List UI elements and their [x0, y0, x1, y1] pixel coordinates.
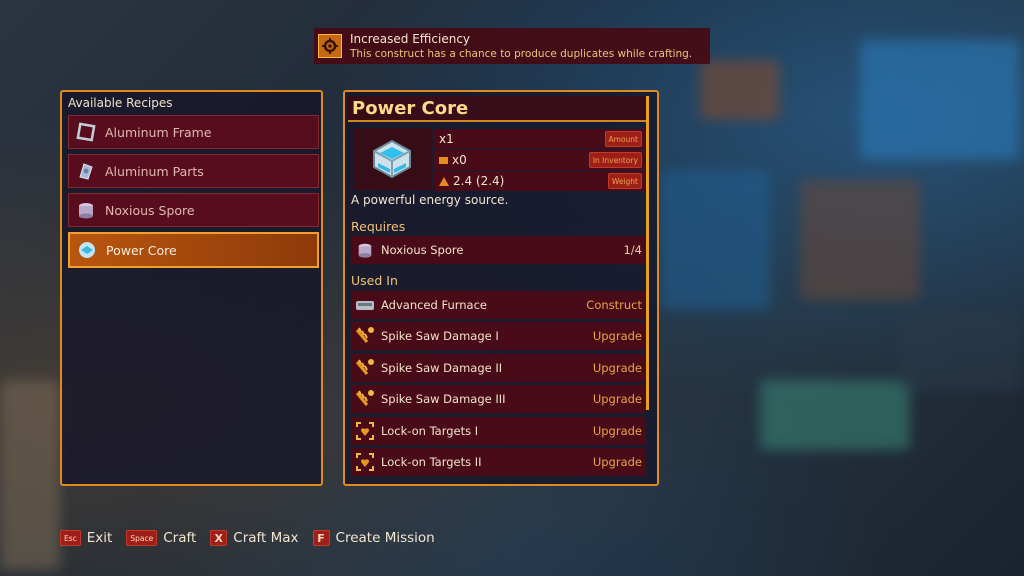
craft-max-hint[interactable]: X Craft Max [210, 530, 299, 546]
furnace-icon [355, 295, 375, 315]
stat-amount-value: x1 [439, 132, 454, 146]
used-in-type: Upgrade [592, 392, 642, 406]
recipe-label: Noxious Spore [105, 202, 195, 218]
stat-inventory-value: x0 [452, 153, 467, 167]
used-in-row[interactable]: Spike Saw Damage II Upgrade [351, 354, 646, 382]
used-in-name: Advanced Furnace [381, 298, 487, 312]
saw-upgrade-icon [355, 358, 375, 378]
recipe-label: Power Core [106, 242, 177, 258]
used-in-row[interactable]: Spike Saw Damage III Upgrade [351, 385, 646, 413]
used-in-row[interactable]: Lock-on Targets I Upgrade [351, 417, 646, 445]
space-key-icon: Space [126, 530, 158, 546]
recipe-aluminum-frame[interactable]: Aluminum Frame [68, 115, 319, 149]
create-mission-hint[interactable]: F Create Mission [312, 530, 435, 546]
craft-hint[interactable]: Space Craft [126, 530, 196, 546]
requirement-row[interactable]: Noxious Spore 1/4 [351, 236, 646, 264]
detail-title: Power Core [352, 98, 469, 119]
recipe-detail-panel: Power Core x1 Amount x0 In Inventory 2.4… [343, 90, 659, 486]
used-in-name: Spike Saw Damage I [381, 329, 499, 343]
used-in-heading: Used In [351, 273, 398, 288]
recipe-aluminum-parts[interactable]: Aluminum Parts [68, 154, 319, 188]
detail-scrollbar[interactable] [646, 96, 649, 410]
recipe-noxious-spore[interactable]: Noxious Spore [68, 193, 319, 227]
used-in-name: Lock-on Targets I [381, 424, 479, 438]
used-in-type: Upgrade [592, 329, 642, 343]
recipe-power-core[interactable]: Power Core [68, 232, 319, 268]
item-description: A powerful energy source. [351, 193, 509, 207]
create-mission-label: Create Mission [335, 530, 435, 546]
used-in-type: Upgrade [592, 424, 642, 438]
used-in-name: Spike Saw Damage II [381, 361, 503, 375]
used-in-type: Construct [586, 298, 642, 312]
saw-upgrade-icon [355, 389, 375, 409]
used-in-name: Spike Saw Damage III [381, 392, 506, 406]
requires-heading: Requires [351, 219, 406, 234]
used-in-row[interactable]: Advanced Furnace Construct [351, 291, 646, 319]
exit-hint[interactable]: Esc Exit [60, 530, 112, 546]
stat-inventory-key: In Inventory [588, 152, 642, 168]
target-upgrade-icon [355, 452, 375, 472]
power-core-icon [76, 239, 98, 261]
stat-weight-key: Weight [607, 173, 642, 189]
exit-label: Exit [86, 530, 113, 546]
used-in-row[interactable]: Spike Saw Damage I Upgrade [351, 322, 646, 350]
used-in-row[interactable]: Lock-on Targets II Upgrade [351, 448, 646, 476]
item-preview [353, 128, 431, 190]
stat-weight-value: 2.4 (2.4) [453, 174, 505, 188]
f-key-icon: F [312, 530, 330, 546]
used-in-name: Lock-on Targets II [381, 455, 482, 469]
key-hints-bar: Esc Exit Space Craft X Craft Max F Creat… [60, 530, 449, 546]
recipe-label: Aluminum Parts [105, 163, 204, 179]
tooltip-title: Increased Efficiency [350, 31, 471, 46]
requirement-name: Noxious Spore [381, 243, 464, 257]
esc-key-icon: Esc [60, 530, 81, 546]
parts-icon [75, 160, 97, 182]
recipe-label: Aluminum Frame [105, 124, 212, 140]
requirement-count: 1/4 [623, 243, 642, 257]
inventory-icon [439, 156, 448, 164]
x-key-icon: X [210, 530, 228, 546]
spore-icon [75, 199, 97, 221]
recipes-panel-title: Available Recipes [68, 96, 173, 110]
stat-inventory: x0 In Inventory [433, 150, 646, 170]
craft-max-label: Craft Max [233, 530, 299, 546]
spore-icon [355, 240, 375, 260]
power-core-icon [373, 139, 411, 179]
stat-weight: 2.4 (2.4) Weight [433, 171, 646, 191]
stat-amount-key: Amount [604, 131, 642, 147]
saw-upgrade-icon [355, 326, 375, 346]
frame-icon [75, 121, 97, 143]
weight-icon [439, 176, 449, 186]
used-in-type: Upgrade [592, 361, 642, 375]
gear-icon [318, 34, 342, 58]
craft-label: Craft [163, 530, 197, 546]
recipes-panel: Available Recipes Aluminum Frame Aluminu… [60, 90, 323, 486]
detail-title-bar: Power Core [348, 96, 646, 122]
tooltip-description: This construct has a chance to produce d… [350, 47, 693, 60]
target-upgrade-icon [355, 421, 375, 441]
efficiency-tooltip: Increased Efficiency This construct has … [314, 28, 710, 64]
stat-amount: x1 Amount [433, 129, 646, 149]
used-in-type: Upgrade [592, 455, 642, 469]
